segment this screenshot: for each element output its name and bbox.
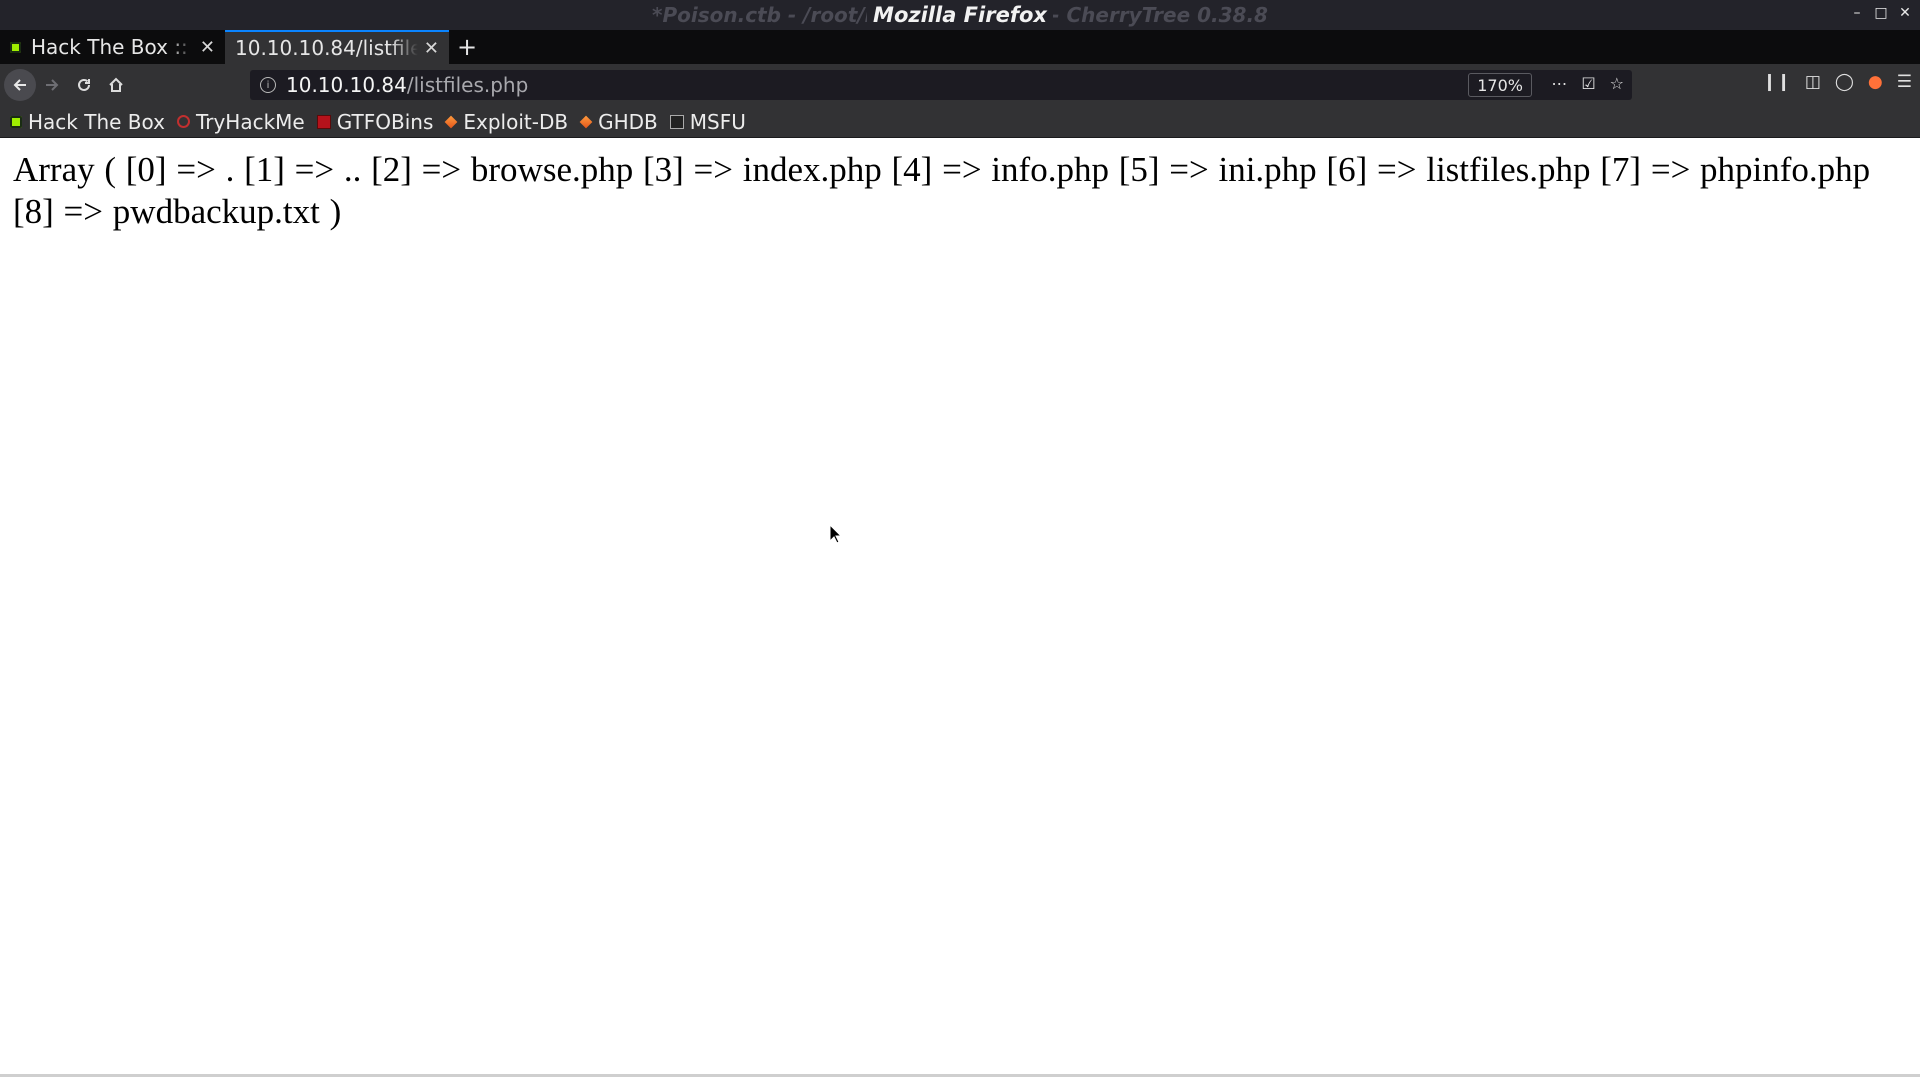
htb-icon [10, 115, 22, 128]
bookmark-label: GTFOBins [336, 109, 434, 134]
bookmark-label: GHDB [598, 109, 658, 134]
ghdb-icon [579, 115, 593, 128]
tab-close-icon[interactable]: ✕ [424, 38, 439, 59]
url-bar[interactable]: i 10.10.10.84/listfiles.php 170% ⋯ ☑ ☆ [250, 70, 1632, 100]
maximize-icon[interactable]: □ [1872, 4, 1890, 22]
tab-hackthebox[interactable]: Hack The Box :: M ✕ [0, 30, 225, 64]
navigation-toolbar: i 10.10.10.84/listfiles.php 170% ⋯ ☑ ☆ ❙… [0, 64, 1920, 106]
toolbar-right: ❙❙ ◫ ◯ ● ☰ [1762, 72, 1912, 92]
window-titlebar: *Poison.ctb - /root/Desktop/Firefox - Ch… [0, 0, 1920, 30]
pocket-icon[interactable]: ☑ [1581, 74, 1595, 93]
bookmarks-toolbar: Hack The Box TryHackMe GTFOBins Exploit-… [0, 106, 1920, 138]
tryhackme-icon [176, 115, 190, 128]
new-tab-button[interactable]: + [449, 30, 485, 64]
back-arrow-icon [13, 79, 26, 91]
window-title: Mozilla Firefox [867, 3, 1053, 27]
bookmark-tryhackme[interactable]: TryHackMe [176, 109, 305, 134]
url-actions: ⋯ ☑ ☆ [1551, 74, 1624, 93]
forward-button[interactable] [36, 69, 68, 101]
page-bottom-border [0, 1074, 1920, 1077]
reload-button[interactable] [68, 69, 100, 101]
url-path: /listfiles.php [406, 73, 529, 97]
mouse-pointer-icon [829, 524, 843, 544]
window-controls: – □ ✕ [1848, 4, 1914, 22]
url-host: 10.10.10.84 [286, 73, 407, 97]
home-icon [109, 77, 123, 92]
home-button[interactable] [100, 69, 132, 101]
bookmark-label: Hack The Box [28, 109, 165, 134]
sidebar-icon[interactable]: ◫ [1805, 72, 1821, 92]
msfu-icon [669, 114, 684, 129]
library-icon[interactable]: ❙❙ [1762, 72, 1791, 92]
bookmark-label: MSFU [689, 109, 746, 134]
tab-label: 10.10.10.84/listfiles.php [235, 36, 418, 60]
back-button[interactable] [4, 69, 36, 101]
bookmark-msfu[interactable]: MSFU [669, 109, 746, 134]
bookmark-exploitdb[interactable]: Exploit-DB [445, 110, 568, 134]
site-info-icon[interactable]: i [260, 77, 276, 93]
php-array-output: Array ( [0] => . [1] => .. [2] => browse… [13, 150, 1871, 231]
page-actions-icon[interactable]: ⋯ [1551, 74, 1567, 93]
htb-icon [10, 41, 21, 53]
bookmark-ghdb[interactable]: GHDB [579, 109, 658, 134]
bookmark-label: Exploit-DB [463, 109, 569, 134]
close-icon[interactable]: ✕ [1896, 4, 1914, 22]
zoom-indicator[interactable]: 170% [1468, 73, 1532, 97]
minimize-icon[interactable]: – [1848, 4, 1866, 22]
gtfobins-icon [316, 114, 331, 129]
menu-icon[interactable]: ☰ [1897, 72, 1912, 92]
page-content: Array ( [0] => . [1] => .. [2] => browse… [0, 139, 1920, 1077]
bookmark-star-icon[interactable]: ☆ [1610, 74, 1624, 93]
forward-arrow-icon [46, 79, 59, 91]
tab-strip: Hack The Box :: M ✕ 10.10.10.84/listfile… [0, 30, 1920, 64]
exploitdb-icon [445, 115, 458, 128]
bookmark-hackthebox[interactable]: Hack The Box [10, 110, 165, 134]
tab-close-icon[interactable]: ✕ [200, 37, 215, 58]
tab-label: Hack The Box :: M [31, 35, 194, 59]
account-icon[interactable]: ◯ [1835, 72, 1854, 92]
bookmark-label: TryHackMe [195, 109, 305, 134]
tab-listfiles[interactable]: 10.10.10.84/listfiles.php ✕ [225, 30, 449, 64]
bookmark-gtfobins[interactable]: GTFOBins [316, 109, 434, 134]
firefox-extension-icon[interactable]: ● [1868, 72, 1883, 92]
reload-icon [78, 78, 90, 91]
